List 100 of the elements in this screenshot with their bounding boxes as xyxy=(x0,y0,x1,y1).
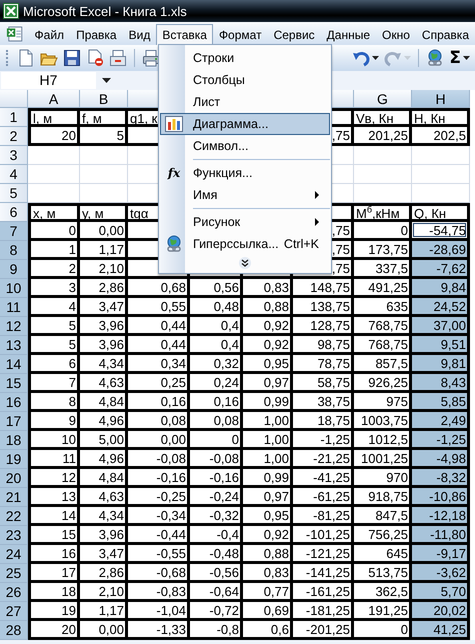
table-cell: 0,6 xyxy=(243,621,293,640)
table-cell: -3,62 xyxy=(412,564,470,583)
menu-bar-item[interactable]: Файл xyxy=(28,24,70,45)
table-cell: -12,18 xyxy=(412,507,470,526)
row-header[interactable]: 23 xyxy=(0,526,28,545)
row-header[interactable]: 3 xyxy=(0,146,28,165)
table-cell: -8,32 xyxy=(412,469,470,488)
row-header[interactable]: 24 xyxy=(0,545,28,564)
table-cell: 2,10 xyxy=(80,260,128,279)
table-cell: 0,88 xyxy=(243,298,293,317)
table-cell: 5 xyxy=(28,336,80,355)
table-cell: 9 xyxy=(28,412,80,431)
row-header[interactable]: 27 xyxy=(0,602,28,621)
table-cell xyxy=(28,146,80,165)
globe-link-icon xyxy=(426,49,444,67)
column-header[interactable]: A xyxy=(28,90,80,108)
menu-bar-item[interactable]: Правка xyxy=(70,24,123,45)
menu-bar-item[interactable]: Вставка xyxy=(156,24,213,45)
menu-bar-item[interactable]: Справка xyxy=(416,24,475,45)
dropdown-caret-icon[interactable] xyxy=(102,78,111,83)
menu-item[interactable]: Имя xyxy=(160,184,330,206)
column-header[interactable]: G xyxy=(354,90,412,108)
table-cell: 98,75 xyxy=(293,336,354,355)
table-cell: 58,75 xyxy=(293,374,354,393)
table-cell: -161,25 xyxy=(293,583,354,602)
menu-bar-item[interactable]: Данные xyxy=(320,24,376,45)
row-header[interactable]: 28 xyxy=(0,621,28,640)
column-header[interactable]: H xyxy=(412,90,470,108)
row-header[interactable]: 1 xyxy=(0,108,28,127)
table-cell: 0,88 xyxy=(243,545,293,564)
table-cell: -121,25 xyxy=(293,545,354,564)
table-cell: М$^{б}$,кНм xyxy=(354,203,412,222)
row-header[interactable]: 17 xyxy=(0,412,28,431)
table-cell: -1,25 xyxy=(412,431,470,450)
table-cell: 20 xyxy=(28,621,80,640)
table-cell xyxy=(28,165,80,184)
menu-item[interactable]: Столбцы xyxy=(160,69,330,91)
row-header[interactable]: 22 xyxy=(0,507,28,526)
row-header[interactable]: 21 xyxy=(0,488,28,507)
row-header[interactable]: 13 xyxy=(0,336,28,355)
table-cell: 4,84 xyxy=(80,393,128,412)
menu-bar-item[interactable]: Сервис xyxy=(268,24,321,45)
submenu-arrow-icon xyxy=(315,218,319,226)
email-button[interactable] xyxy=(108,47,128,69)
row-header[interactable]: 26 xyxy=(0,583,28,602)
column-header[interactable]: B xyxy=(80,90,128,108)
name-box[interactable]: H7 xyxy=(1,72,96,89)
table-cell: -7,62 xyxy=(412,260,470,279)
row-header[interactable]: 7 xyxy=(0,222,28,241)
table-cell: 0,97 xyxy=(243,374,293,393)
table-cell: 0,68 xyxy=(128,279,190,298)
table-cell: 0,95 xyxy=(243,355,293,374)
menu-bar-item[interactable]: Окно xyxy=(376,24,416,45)
menu-item[interactable]: fx Функция... xyxy=(160,162,330,184)
caret-icon xyxy=(372,56,380,60)
row-header[interactable]: 6 xyxy=(0,203,28,222)
table-cell: -0,16 xyxy=(128,469,190,488)
row-header[interactable]: 8 xyxy=(0,241,28,260)
row-header[interactable]: 16 xyxy=(0,393,28,412)
table-cell xyxy=(354,184,412,203)
row-header[interactable]: 5 xyxy=(0,184,28,203)
row-header[interactable]: 4 xyxy=(0,165,28,184)
undo-icon xyxy=(352,49,370,67)
table-cell: 2,86 xyxy=(80,279,128,298)
row-header[interactable]: 11 xyxy=(0,298,28,317)
table-cell: -0,68 xyxy=(128,564,190,583)
row-header[interactable]: 2 xyxy=(0,127,28,146)
row-header[interactable]: 25 xyxy=(0,564,28,583)
submenu-arrow-icon xyxy=(315,191,319,199)
row-header[interactable]: 14 xyxy=(0,355,28,374)
row-header[interactable]: 9 xyxy=(0,260,28,279)
table-cell: -61,25 xyxy=(293,488,354,507)
menu-item[interactable]: Строки xyxy=(160,47,330,69)
row-header[interactable]: 12 xyxy=(0,317,28,336)
row-header[interactable]: 20 xyxy=(0,469,28,488)
menu-bar-item[interactable]: Вид xyxy=(122,24,156,45)
menu-item[interactable]: Диаграмма... xyxy=(160,113,330,135)
table-cell: -0,72 xyxy=(190,602,243,621)
table-cell: 1,00 xyxy=(243,450,293,469)
row-header[interactable]: 19 xyxy=(0,450,28,469)
table-cell: 0,34 xyxy=(128,355,190,374)
table-cell: 13 xyxy=(28,488,80,507)
row-header[interactable]: 15 xyxy=(0,374,28,393)
table-cell: 24,52 xyxy=(412,298,470,317)
row-header[interactable]: 18 xyxy=(0,431,28,450)
save-button[interactable] xyxy=(62,47,82,69)
table-cell: 0,4 xyxy=(190,336,243,355)
autosum-button[interactable]: Σ xyxy=(448,47,471,69)
table-cell: 0,16 xyxy=(190,393,243,412)
bar-chart-icon xyxy=(165,116,183,132)
table-cell xyxy=(28,184,80,203)
globe-link-icon xyxy=(165,235,183,253)
menu-bar-item[interactable]: Формат xyxy=(212,24,268,45)
row-header[interactable]: 10 xyxy=(0,279,28,298)
table-cell: 14 xyxy=(28,507,80,526)
table-cell: 0 xyxy=(28,222,80,241)
table-cell: 0,99 xyxy=(243,469,293,488)
table-cell: -0,56 xyxy=(190,564,243,583)
expand-menu-icon[interactable] xyxy=(239,257,251,269)
table-cell: 16 xyxy=(28,545,80,564)
